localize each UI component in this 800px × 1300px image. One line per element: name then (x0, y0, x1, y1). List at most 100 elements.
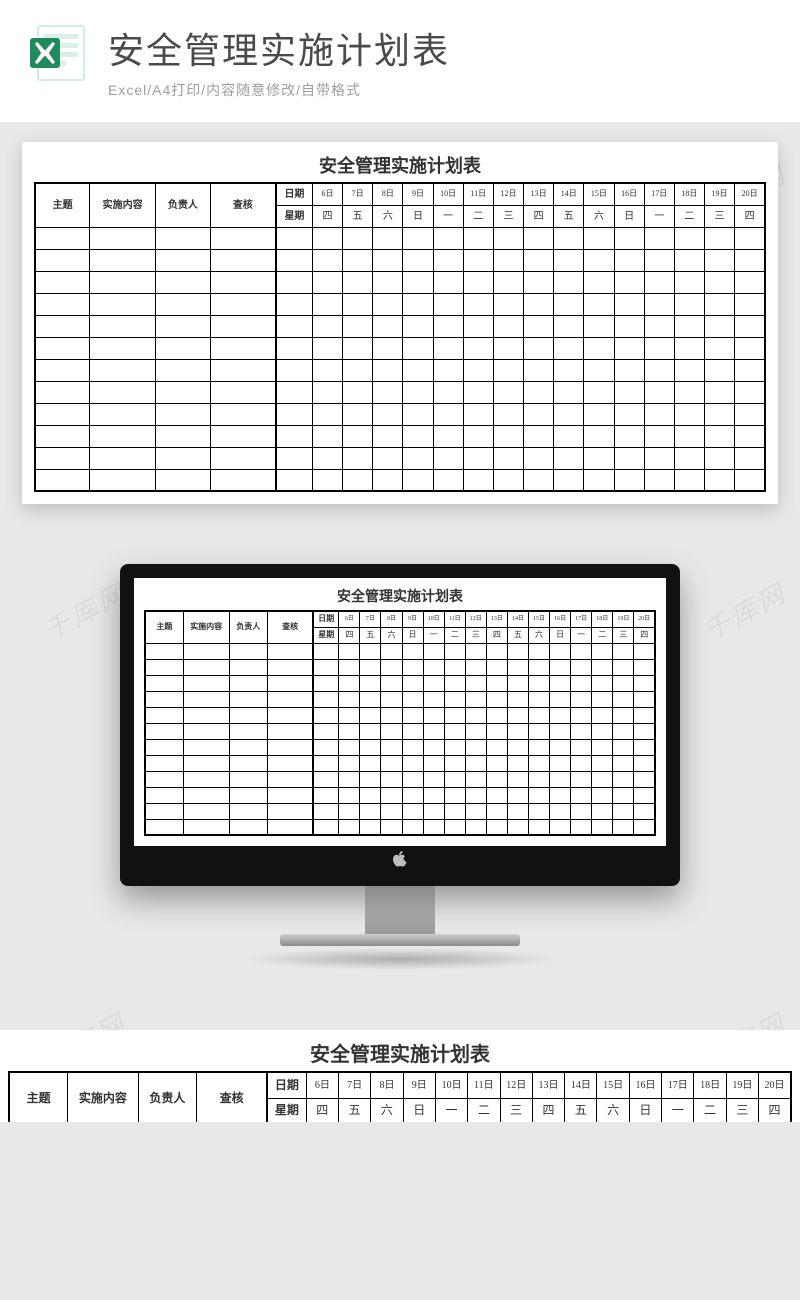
table-cell (343, 227, 373, 249)
table-cell (373, 315, 403, 337)
table-cell (592, 803, 613, 819)
weekday-header: 四 (306, 1098, 338, 1122)
table-cell (343, 293, 373, 315)
table-cell (634, 787, 655, 803)
table-cell (145, 643, 183, 659)
table-cell (550, 723, 571, 739)
table-cell (155, 337, 210, 359)
date-header: 15日 (584, 183, 614, 205)
table-cell (276, 469, 313, 491)
table-cell (313, 707, 339, 723)
table-cell (343, 403, 373, 425)
table-cell (644, 425, 674, 447)
table-cell (634, 691, 655, 707)
table-cell (267, 787, 313, 803)
date-header: 18日 (592, 611, 613, 627)
table-cell (613, 675, 634, 691)
weekday-header: 二 (592, 627, 613, 643)
table-cell (571, 659, 592, 675)
table-cell (403, 337, 433, 359)
table-cell (155, 425, 210, 447)
table-cell (524, 447, 554, 469)
table-cell (402, 739, 423, 755)
table-cell (90, 293, 156, 315)
table-cell (704, 403, 734, 425)
date-header: 13日 (524, 183, 554, 205)
table-cell (571, 819, 592, 835)
table-cell (463, 381, 493, 403)
table-cell (444, 787, 465, 803)
date-header: 7日 (343, 183, 373, 205)
weekday-header: 六 (584, 205, 614, 227)
table-cell (381, 691, 402, 707)
table-cell (614, 425, 644, 447)
table-cell (486, 771, 507, 787)
table-cell (423, 707, 444, 723)
date-header: 9日 (403, 1072, 435, 1098)
table-cell (313, 771, 339, 787)
table-cell (229, 819, 267, 835)
table-cell (613, 771, 634, 787)
table-cell (276, 425, 313, 447)
table-cell (465, 723, 486, 739)
table-cell (313, 739, 339, 755)
table-cell (403, 271, 433, 293)
table-cell (267, 707, 313, 723)
table-cell (90, 381, 156, 403)
table-cell (423, 771, 444, 787)
weekday-header: 五 (338, 1098, 370, 1122)
table-cell (433, 271, 463, 293)
table-cell (339, 675, 360, 691)
table-cell (403, 359, 433, 381)
table-cell (554, 293, 584, 315)
table-cell (614, 447, 644, 469)
weekday-header: 二 (468, 1098, 500, 1122)
date-header: 20日 (634, 611, 655, 627)
table-cell (339, 819, 360, 835)
table-cell (507, 771, 528, 787)
table-cell (634, 707, 655, 723)
plan-table: 主题实施内容负责人查核日期6日7日8日9日10日11日12日13日14日15日1… (144, 610, 656, 836)
weekday-header: 四 (735, 205, 765, 227)
table-cell (613, 707, 634, 723)
table-cell (554, 315, 584, 337)
date-header: 6日 (339, 611, 360, 627)
table-cell (339, 659, 360, 675)
table-cell (465, 771, 486, 787)
table-cell (313, 643, 339, 659)
row-label-weekday: 星期 (267, 1098, 306, 1122)
table-cell (554, 271, 584, 293)
table-cell (550, 787, 571, 803)
table-cell (373, 403, 403, 425)
date-header: 12日 (465, 611, 486, 627)
table-cell (402, 707, 423, 723)
table-cell (339, 739, 360, 755)
table-cell (704, 315, 734, 337)
table-cell (507, 803, 528, 819)
table-cell (584, 447, 614, 469)
date-header: 18日 (674, 183, 704, 205)
date-header: 9日 (402, 611, 423, 627)
table-cell (145, 707, 183, 723)
table-cell (524, 315, 554, 337)
table-cell (276, 227, 313, 249)
table-cell (402, 675, 423, 691)
date-header: 17日 (571, 611, 592, 627)
table-cell (465, 707, 486, 723)
table-cell (634, 723, 655, 739)
table-cell (210, 425, 276, 447)
table-cell (145, 675, 183, 691)
table-cell (381, 707, 402, 723)
table-cell (155, 249, 210, 271)
table-cell (229, 787, 267, 803)
table-cell (444, 755, 465, 771)
table-cell (571, 739, 592, 755)
table-cell (276, 293, 313, 315)
table-cell (423, 675, 444, 691)
table-cell (381, 803, 402, 819)
date-header: 8日 (381, 611, 402, 627)
table-cell (229, 707, 267, 723)
table-cell (267, 675, 313, 691)
date-header: 8日 (371, 1072, 403, 1098)
table-cell (313, 675, 339, 691)
